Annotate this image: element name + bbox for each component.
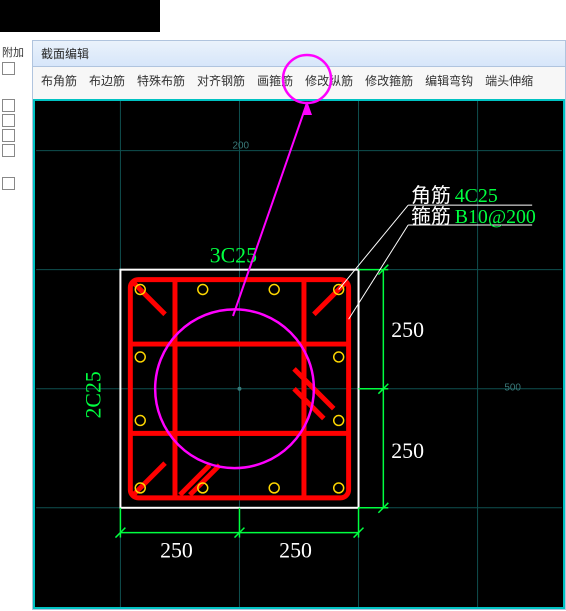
side-panel: 附加 bbox=[0, 40, 30, 192]
label-corner-val: 4C25 bbox=[455, 185, 498, 207]
tb-end-ext[interactable]: 端头伸缩 bbox=[483, 71, 535, 90]
tb-mod-long[interactable]: 修改纵筋 bbox=[303, 71, 355, 90]
callouts: 角筋 4C25 箍筋 B10@200 bbox=[339, 185, 536, 319]
label-corner: 角筋 bbox=[411, 185, 451, 207]
tb-corner[interactable]: 布角筋 bbox=[39, 71, 79, 90]
tb-draw-stirrup[interactable]: 画箍筋 bbox=[255, 71, 295, 90]
side-checkbox[interactable] bbox=[2, 114, 15, 127]
window-blackbar bbox=[0, 0, 160, 32]
label-stirrup-val: B10@200 bbox=[455, 206, 536, 228]
side-checkbox[interactable] bbox=[2, 99, 15, 112]
side-checkbox[interactable] bbox=[2, 62, 15, 75]
drawing-svg: 200 500 bbox=[35, 101, 563, 607]
dim-h1: 250 bbox=[160, 538, 193, 562]
editor-title: 截面编辑 bbox=[33, 41, 565, 67]
dim-h2: 250 bbox=[279, 538, 312, 562]
side-checkbox[interactable] bbox=[2, 129, 15, 142]
top-rebar-label: 3C25 bbox=[210, 244, 257, 268]
left-rebar-label: 2C25 bbox=[82, 371, 106, 418]
tick-500: 500 bbox=[504, 383, 521, 394]
tb-mod-stirrup[interactable]: 修改箍筋 bbox=[363, 71, 415, 90]
side-checkbox[interactable] bbox=[2, 177, 15, 190]
tb-align[interactable]: 对齐钢筋 bbox=[195, 71, 247, 90]
tb-edit-hook[interactable]: 编辑弯钩 bbox=[423, 71, 475, 90]
drawing-canvas[interactable]: 200 500 bbox=[33, 99, 565, 609]
tick-200: 200 bbox=[233, 141, 250, 152]
label-stirrup: 箍筋 bbox=[411, 206, 451, 228]
tb-special[interactable]: 特殊布筋 bbox=[135, 71, 187, 90]
tb-edge[interactable]: 布边筋 bbox=[87, 71, 127, 90]
side-checkbox[interactable] bbox=[2, 144, 15, 157]
section-editor: 截面编辑 布角筋 布边筋 特殊布筋 对齐钢筋 画箍筋 修改纵筋 修改箍筋 编辑弯… bbox=[32, 40, 566, 610]
side-label: 附加 bbox=[2, 44, 28, 60]
grid: 200 500 bbox=[36, 101, 562, 607]
dim-v1: 250 bbox=[391, 318, 424, 342]
dim-v2: 250 bbox=[391, 439, 424, 463]
